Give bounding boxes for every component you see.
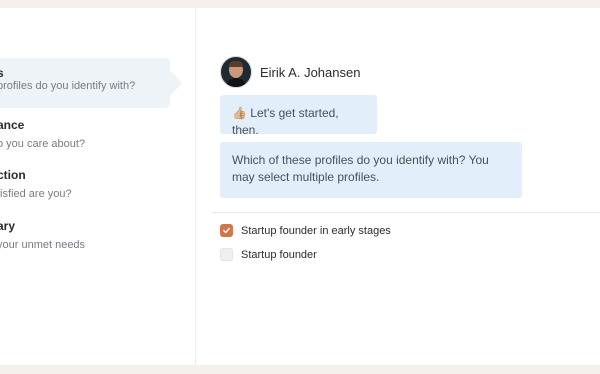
checkbox-unchecked-icon[interactable] [220,248,233,261]
chat-message: Which of these profiles do you identify … [220,142,522,198]
step-subtitle: tisfied are you? [0,188,72,200]
steps-sidebar: s profiles do you identify with? ance o … [0,8,196,365]
app-frame: s profiles do you identify with? ance o … [0,8,600,365]
step-title: ary [0,219,16,233]
thumbs-up-icon: 👍🏼 [232,106,247,120]
option-startup-founder[interactable]: Startup founder [220,248,317,261]
step-subtitle: profiles do you identify with? [0,80,136,92]
message-text: Let's get started, then. [232,106,339,137]
chat-panel: Eirik A. Johansen 👍🏼 Let's get started, … [196,8,600,365]
step-title: ction [0,168,26,182]
divider [212,212,600,213]
avatar [220,56,252,88]
chat-message: 👍🏼 Let's get started, then. [220,95,377,137]
sidebar-step-summary[interactable]: ary your unmet needs [0,219,167,251]
option-startup-founder-early-stages[interactable]: Startup founder in early stages [220,224,391,237]
option-label: Startup founder in early stages [241,224,391,237]
step-title: ance [0,118,25,132]
step-subtitle: your unmet needs [0,239,86,251]
option-label: Startup founder [241,248,317,261]
author-name: Eirik A. Johansen [260,64,361,80]
sidebar-step-profiles[interactable]: s profiles do you identify with? [0,58,182,108]
message-text: Which of these profiles do you identify … [232,153,489,184]
step-title: s [0,66,4,80]
sidebar-step-satisfaction[interactable]: ction tisfied are you? [0,168,167,200]
sidebar-step-importance[interactable]: ance o you care about? [0,118,167,150]
message-author: Eirik A. Johansen [220,56,360,88]
checkbox-checked-icon[interactable] [220,224,233,237]
step-subtitle: o you care about? [0,138,86,150]
